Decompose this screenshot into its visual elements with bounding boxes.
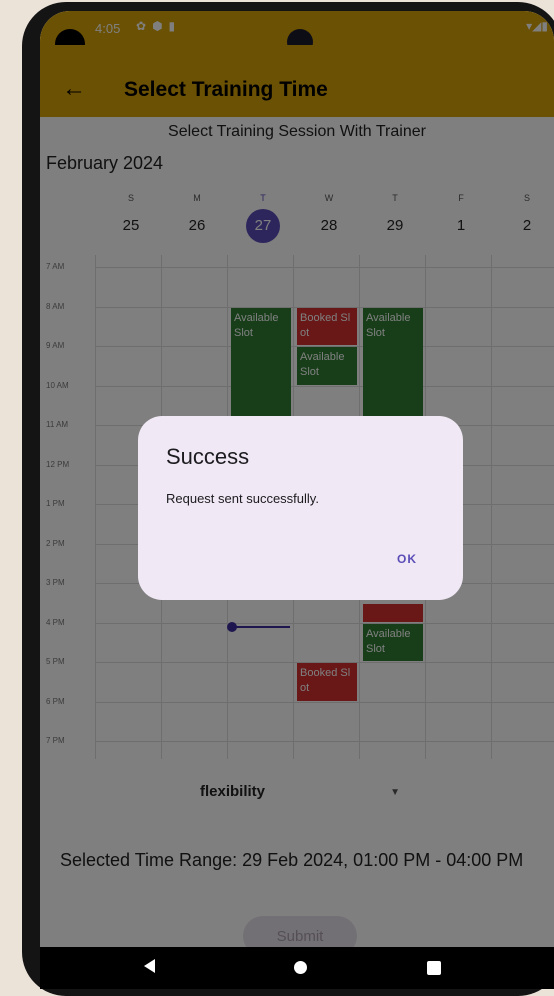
ok-button[interactable]: OK xyxy=(391,551,423,567)
system-nav-bar xyxy=(40,947,554,989)
nav-home-icon[interactable] xyxy=(294,961,307,974)
dialog-title: Success xyxy=(166,444,250,469)
success-dialog: Success Request sent successfully. OK xyxy=(138,416,463,600)
dialog-message: Request sent successfully. xyxy=(166,491,319,506)
nav-recents-icon[interactable] xyxy=(427,961,441,975)
screen: 4:05 ✿ ⬢ ▮ ▾◢▮ ← Select Training Time Se… xyxy=(40,11,554,989)
nav-back-icon[interactable] xyxy=(144,959,155,973)
